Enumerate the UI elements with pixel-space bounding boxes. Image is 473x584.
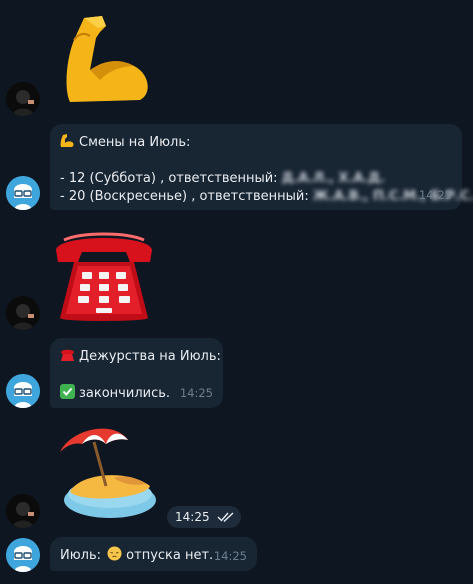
flexed-biceps-icon — [66, 16, 148, 102]
sticker-time-badge: 14:25 — [167, 506, 241, 528]
message-time: 14:25 — [179, 386, 213, 400]
telephone-icon — [60, 347, 75, 362]
vacation-message[interactable]: Июль: отпуска нет. 14:25 — [50, 537, 257, 571]
duty-title-line: Дежурства на Июль: — [60, 347, 221, 366]
user-avatar[interactable] — [6, 296, 40, 330]
message-time: 14:25 — [213, 549, 247, 563]
avatar-photo-icon — [12, 304, 34, 330]
bot-avatar[interactable] — [6, 176, 40, 210]
vacation-text: Июль: — [60, 548, 102, 563]
shifts-title-line: Смены на Июль: — [60, 133, 450, 152]
user-avatar[interactable] — [6, 82, 40, 116]
bot-avatar[interactable] — [6, 374, 40, 408]
telephone-icon — [56, 232, 152, 321]
message-time: 14:25 — [418, 188, 452, 202]
avatar-photo-icon — [12, 502, 34, 528]
bot-avatar-icon — [6, 538, 40, 572]
bot-avatar-icon — [6, 374, 40, 408]
duty-body: закончились. — [79, 386, 171, 401]
check-mark-icon — [60, 384, 75, 399]
pensive-face-icon — [107, 546, 122, 561]
shifts-title: Смены на Июль: — [79, 135, 191, 150]
duty-title: Дежурства на Июль: — [79, 349, 221, 364]
flexed-biceps-icon — [60, 133, 75, 148]
double-check-icon — [217, 512, 234, 522]
beach-sticker[interactable] — [54, 422, 158, 522]
bot-avatar[interactable] — [6, 538, 40, 572]
user-avatar[interactable] — [6, 494, 40, 528]
sticker-time: 14:25 — [175, 510, 210, 524]
shift-line-2-text: - 20 (Воскресенье) , ответственный: — [60, 189, 309, 204]
vacation-text-after: отпуска нет. — [126, 548, 214, 563]
shift-line-1-names: Д.А.Л., Х.А.Д. — [281, 171, 385, 186]
bot-avatar-icon — [6, 176, 40, 210]
shift-line-2: - 20 (Воскресенье) , ответственный: Ж.А.… — [60, 188, 473, 206]
biceps-sticker[interactable] — [60, 10, 155, 105]
duty-message[interactable]: Дежурства на Июль: закончились. 14:25 — [50, 338, 223, 408]
shift-line-1: - 12 (Суббота) , ответственный: Д.А.Л., … — [60, 170, 450, 188]
avatar-photo-icon — [12, 90, 34, 116]
shift-line-1-text: - 12 (Суббота) , ответственный: — [60, 171, 278, 186]
beach-umbrella-island-icon — [60, 428, 156, 518]
shifts-message[interactable]: Смены на Июль: - 12 (Суббота) , ответств… — [50, 124, 473, 210]
telephone-sticker[interactable] — [52, 222, 156, 326]
